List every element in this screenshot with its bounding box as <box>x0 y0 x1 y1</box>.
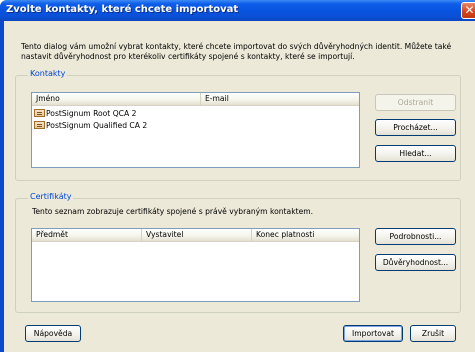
title-bar[interactable]: Zvolte kontakty, které chcete importovat… <box>0 0 475 21</box>
contact-name: PostSignum Root QCA 2 <box>46 109 137 118</box>
certificates-list-header: Předmět Vystavitel Konec platnosti <box>32 229 359 242</box>
column-issuer[interactable]: Vystavitel <box>142 229 252 242</box>
column-subject[interactable]: Předmět <box>32 229 142 242</box>
window-title: Zvolte kontakty, které chcete importovat <box>6 4 239 15</box>
column-expiry[interactable]: Konec platnosti <box>252 229 361 242</box>
search-button[interactable]: Hledat... <box>375 145 456 162</box>
cancel-button[interactable]: Zrušit <box>410 325 456 342</box>
contact-row[interactable]: PostSignum Qualified CA 2 <box>34 121 147 131</box>
close-icon[interactable]: ✕ <box>461 2 475 19</box>
contact-name: PostSignum Qualified CA 2 <box>46 121 148 130</box>
details-button[interactable]: Podrobnosti... <box>375 228 456 245</box>
browse-button[interactable]: Procházet... <box>375 119 456 136</box>
contact-row[interactable]: PostSignum Root QCA 2 <box>34 109 136 119</box>
certificates-list[interactable]: Předmět Vystavitel Konec platnosti <box>31 228 360 302</box>
certificates-group-label: Certifikáty <box>28 192 74 202</box>
certificates-description: Tento seznam zobrazuje certifikáty spoje… <box>32 207 314 216</box>
intro-text: Tento dialog vám umožní vybrat kontakty,… <box>21 42 452 61</box>
column-name[interactable]: Jméno <box>32 93 201 106</box>
column-email[interactable]: E-mail <box>201 93 361 106</box>
certificate-icon <box>34 121 45 129</box>
remove-button[interactable]: Odstranit <box>375 94 456 111</box>
contacts-list[interactable]: Jméno E-mail PostSignum Root QCA 2 PostS… <box>31 92 360 168</box>
help-button[interactable]: Nápověda <box>25 325 81 342</box>
contacts-list-header: Jméno E-mail <box>32 93 359 106</box>
trust-button[interactable]: Důvěryhodnost... <box>375 254 456 271</box>
certificate-icon <box>34 109 45 117</box>
contacts-group-label: Kontakty <box>28 69 68 79</box>
import-button[interactable]: Importovat <box>343 325 403 342</box>
